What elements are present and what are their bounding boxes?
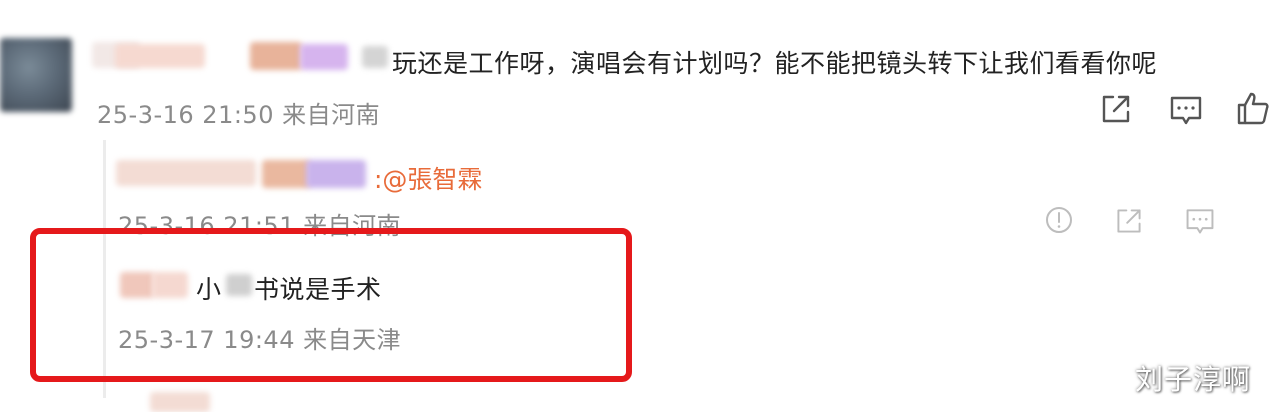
user-badge-blurred xyxy=(250,42,302,70)
reply-meta: 25-3-17 19:44 来自天津 xyxy=(118,326,402,354)
reply-mention[interactable]: :@張智霖 xyxy=(374,160,482,196)
reply-username-blurred[interactable] xyxy=(116,160,256,186)
username-blurred xyxy=(115,44,205,68)
comment-text: 玩还是工作呀，演唱会有计划吗？能不能把镜头转下让我们看看你呢 xyxy=(392,49,1158,78)
reply-text-part1: 小 xyxy=(196,275,222,304)
comment-meta: 25-3-16 21:50 来自河南 xyxy=(97,101,381,129)
censored-char xyxy=(226,274,252,296)
reply-badge-blurred xyxy=(262,160,310,188)
avatar[interactable] xyxy=(0,38,72,112)
comment-icon[interactable] xyxy=(1168,92,1204,128)
comment-icon[interactable] xyxy=(1184,205,1216,237)
reply-username-blurred xyxy=(152,272,188,298)
report-icon[interactable] xyxy=(1044,205,1074,235)
thumbs-up-icon[interactable] xyxy=(1236,90,1269,126)
reply-username-blurred[interactable] xyxy=(120,272,154,298)
share-icon[interactable] xyxy=(1114,206,1144,236)
reply-badge-blurred xyxy=(306,160,366,188)
watermark: 刘子淳啊 xyxy=(1134,363,1251,396)
user-badge-blurred xyxy=(300,44,348,70)
next-reply-blurred xyxy=(150,392,210,412)
user-badge-blurred xyxy=(362,46,388,68)
reply-text-part2: 书说是手术 xyxy=(254,275,382,304)
share-icon[interactable] xyxy=(1099,92,1133,126)
